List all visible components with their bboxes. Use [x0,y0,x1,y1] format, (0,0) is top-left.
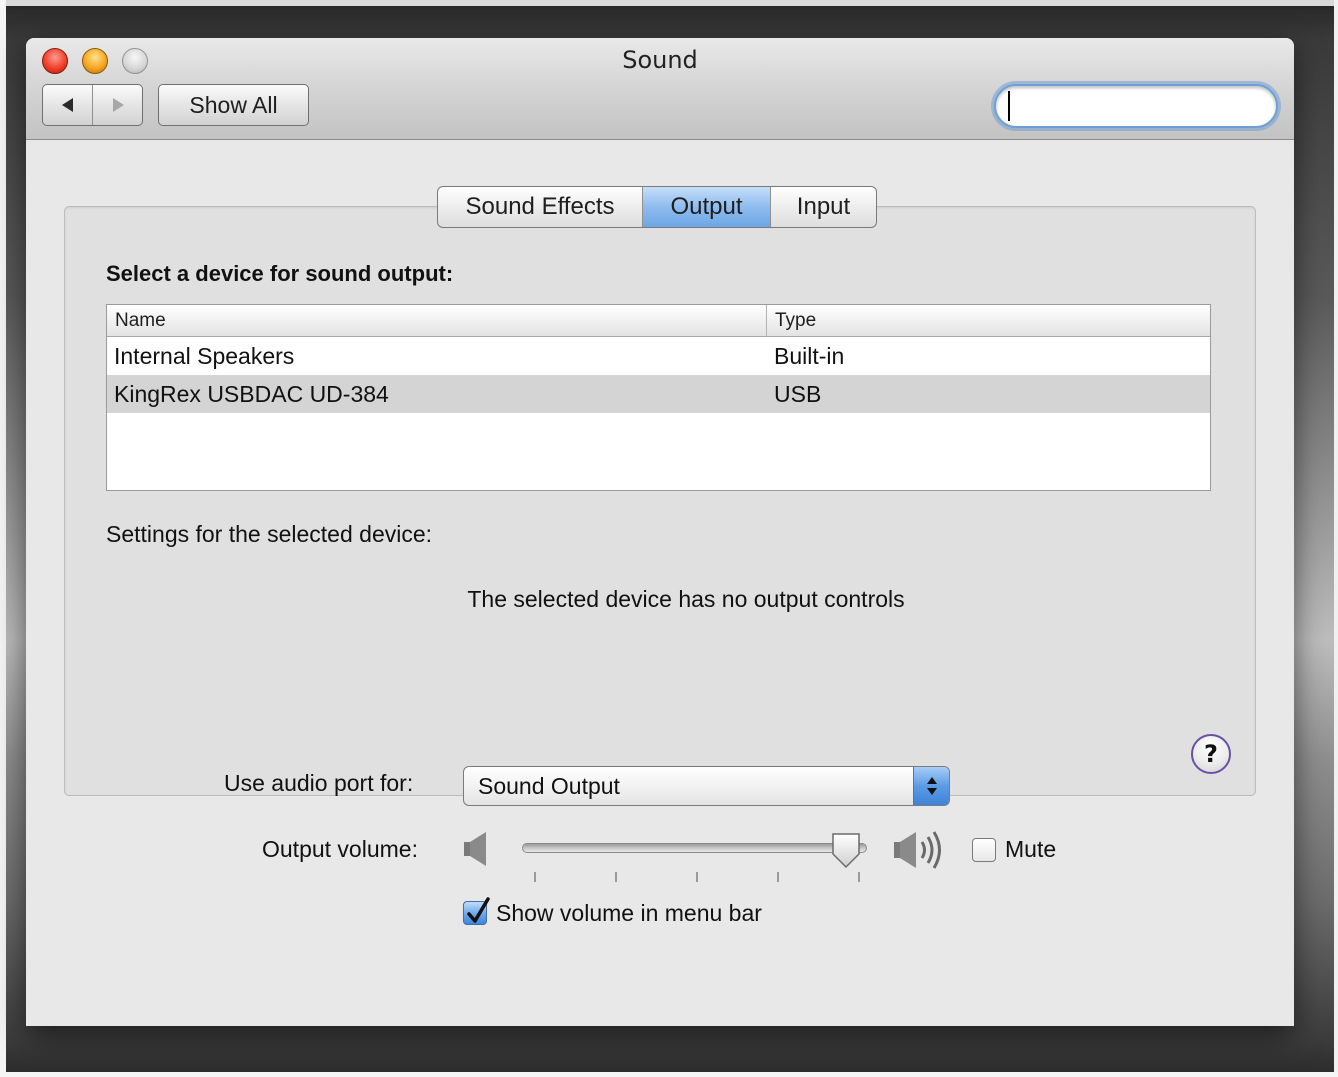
device-select-heading: Select a device for sound output: [106,261,454,286]
popup-arrows-icon [913,767,949,805]
table-row[interactable]: Internal Speakers Built-in [107,337,1210,375]
tab-input[interactable]: Input [770,187,876,227]
slider-tick [615,872,617,882]
back-button[interactable] [43,85,92,125]
output-panel: Select a device for sound output: Name T… [64,206,1256,796]
column-header-type[interactable]: Type [767,305,1210,336]
volume-slider-thumb[interactable] [830,832,862,870]
audio-port-select[interactable]: Sound Output [463,766,950,806]
tab-bar: Sound Effects Output Input [437,186,877,228]
content-area: Select a device for sound output: Name T… [26,140,1294,1026]
device-name: KingRex USBDAC UD-384 [114,380,389,407]
device-name: Internal Speakers [114,342,295,369]
search-input[interactable] [1008,91,1294,121]
audio-port-value: Sound Output [478,772,620,799]
volume-slider-track[interactable] [522,843,867,853]
audio-port-label: Use audio port for: [224,770,414,796]
output-device-table[interactable]: Name Type Internal Speakers Built-in Kin… [106,304,1211,491]
mute-label: Mute [1005,836,1057,862]
show-volume-checkbox[interactable] [463,897,490,925]
speaker-low-icon [464,832,486,866]
help-button[interactable]: ? [1191,734,1231,774]
device-type: USB [774,380,822,407]
slider-tick [696,872,698,882]
sound-preferences-window: Sound Show All Select a device for sound… [26,38,1294,1026]
no-controls-message: The selected device has no output contro… [467,586,905,612]
show-volume-label: Show volume in menu bar [496,900,762,926]
desktop-left-edge [0,0,6,1077]
checkmark-icon [467,897,490,923]
titlebar: Sound Show All [26,38,1294,140]
search-box[interactable] [994,84,1294,128]
table-row-selected[interactable]: KingRex USBDAC UD-384 USB [107,375,1210,413]
back-arrow-icon [61,98,73,112]
tab-sound-effects[interactable]: Sound Effects [438,187,642,227]
slider-tick [534,872,536,882]
tab-output[interactable]: Output [642,187,770,227]
forward-arrow-icon [112,98,124,112]
column-header-name[interactable]: Name [107,305,767,336]
desktop-top-strip [0,0,1338,6]
desktop-bottom-edge [0,1072,1338,1077]
slider-tick [858,872,860,882]
slider-tick [777,872,779,882]
mute-checkbox[interactable] [972,838,996,862]
desktop-right-edge [1334,0,1338,1077]
window-title: Sound [622,46,698,74]
forward-button[interactable] [92,85,142,125]
table-header: Name Type [107,305,1210,337]
speaker-high-icon [894,831,941,869]
output-volume-label: Output volume: [262,836,418,862]
device-type: Built-in [774,342,845,369]
settings-label: Settings for the selected device: [106,521,433,547]
navigation-buttons [42,84,143,126]
show-all-button[interactable]: Show All [158,84,309,126]
